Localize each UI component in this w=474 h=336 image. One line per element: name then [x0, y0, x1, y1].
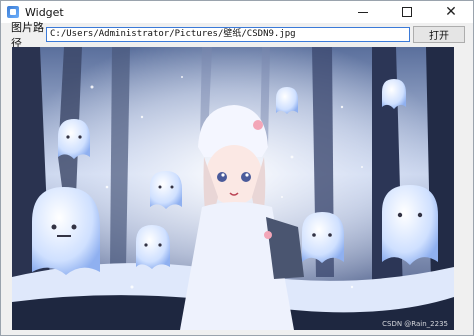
anime-winter-forest-image — [12, 47, 454, 330]
window-controls: ✕ — [341, 1, 473, 23]
minimize-button[interactable] — [341, 1, 385, 23]
left-margin — [1, 47, 12, 330]
path-input[interactable]: C:/Users/Administrator/Pictures/壁纸/CSDN9… — [46, 27, 410, 42]
maximize-button[interactable] — [385, 1, 429, 23]
window-title: Widget — [25, 5, 64, 19]
watermark: CSDN @Rain_2235 — [382, 320, 448, 328]
image-display: CSDN @Rain_2235 — [12, 47, 454, 330]
title-bar[interactable]: Widget ✕ — [1, 1, 473, 23]
maximize-icon — [402, 7, 412, 17]
open-button[interactable]: 打开 — [413, 26, 465, 43]
close-icon: ✕ — [445, 4, 457, 20]
close-button[interactable]: ✕ — [429, 1, 473, 23]
app-icon — [7, 6, 19, 18]
minimize-icon — [358, 11, 368, 13]
app-window: Widget ✕ 图片路径 C:/Users/Administrator/Pic… — [0, 0, 474, 336]
toolbar: 图片路径 C:/Users/Administrator/Pictures/壁纸/… — [1, 21, 473, 50]
